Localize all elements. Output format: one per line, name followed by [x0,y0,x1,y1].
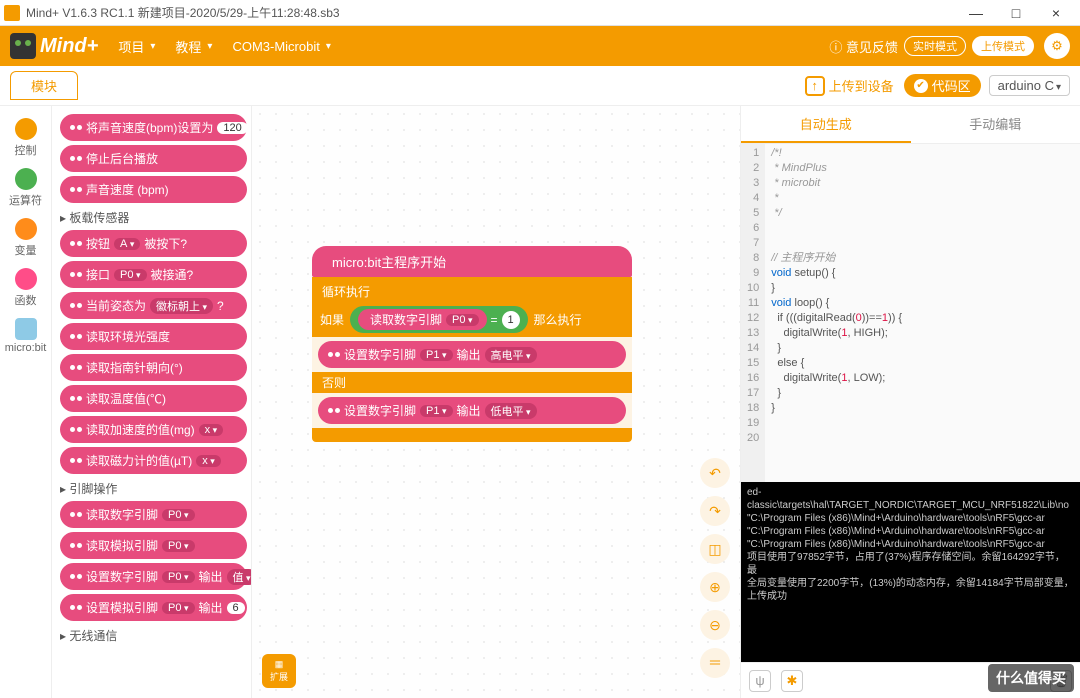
gear-icon[interactable]: ⚙ [1044,33,1070,59]
palette-head-pins: 引脚操作 [60,480,247,497]
mode-realtime[interactable]: 实时模式 [904,36,966,56]
block-button[interactable]: 按钮A被按下? [60,230,247,257]
maximize-button[interactable]: □ [996,5,1036,21]
block-set-high[interactable]: 设置数字引脚P1输出高电平 [318,341,626,368]
palette-head-wireless: 无线通信 [60,627,247,644]
cat-control[interactable]: 控制 [0,114,51,162]
menu-project[interactable]: 项目 [108,33,165,60]
logo-icon [10,33,36,59]
block-mag[interactable]: 读取磁力计的值(µT)x [60,447,247,474]
block-stop-bg[interactable]: 停止后台播放 [60,145,247,172]
usb-icon[interactable]: ψ [749,670,771,692]
close-button[interactable]: × [1036,5,1076,21]
zoom-out-button[interactable]: ⊖ [700,610,730,640]
palette-head-sensors: 板载传感器 [60,209,247,226]
watermark: 什么值得买 [988,664,1074,692]
fire-icon[interactable]: ✱ [781,670,803,692]
block-analog-read[interactable]: 读取模拟引脚P0 [60,532,247,559]
subbar: 模块 ↑ 上传到设备 代码区 arduino C [0,66,1080,106]
block-read-digital[interactable]: 读取数字引脚P0 [358,309,487,330]
tab-manual-edit[interactable]: 手动编辑 [911,106,1080,143]
block-hat-start[interactable]: micro:bit主程序开始 [312,246,632,277]
code-editor[interactable]: 1234567891011121314151617181920 /*! * Mi… [741,144,1080,482]
menubar: Mind+ 项目 教程 COM3-Microbit ⓘ 意见反馈 实时模式 上传… [0,26,1080,66]
block-set-low[interactable]: 设置数字引脚P1输出低电平 [318,397,626,424]
language-select[interactable]: arduino C [989,75,1070,96]
upload-icon: ↑ [805,76,825,96]
window-title: Mind+ V1.6.3 RC1.1 新建项目-2020/5/29-上午11:2… [26,4,340,21]
line-gutter: 1234567891011121314151617181920 [741,144,765,482]
block-accel[interactable]: 读取加速度的值(mg)x [60,416,247,443]
logo-text: Mind+ [40,35,98,58]
script-canvas[interactable]: micro:bit主程序开始 循环执行 如果 读取数字引脚P0 = 1 那么执行… [252,106,740,698]
canvas-controls: ↶ ↷ ◫ ⊕ ⊖ ＝ [700,458,730,678]
code-area-toggle[interactable]: 代码区 [904,74,981,97]
cat-operators[interactable]: 运算符 [0,164,51,212]
cat-microbit[interactable]: micro:bit [0,314,51,358]
cat-functions[interactable]: 函数 [0,264,51,312]
block-digital-read[interactable]: 读取数字引脚P0 [60,501,247,528]
block-palette[interactable]: 将声音速度(bpm)设置为120 停止后台播放 声音速度 (bpm) 板载传感器… [52,106,252,698]
tab-auto-gen[interactable]: 自动生成 [741,106,911,143]
output-console[interactable]: ed-classic\targets\hal\TARGET_NORDIC\TAR… [741,482,1080,662]
app-icon [4,5,20,21]
menu-tutorial[interactable]: 教程 [165,33,222,60]
mode-upload[interactable]: 上传模式 [972,36,1034,56]
block-temp[interactable]: 读取温度值(℃) [60,385,247,412]
code-panel: 自动生成 手动编辑 123456789101112131415161718192… [740,106,1080,698]
block-digital-write[interactable]: 设置数字引脚P0输出值 [60,563,247,590]
script-stack[interactable]: micro:bit主程序开始 循环执行 如果 读取数字引脚P0 = 1 那么执行… [312,246,632,442]
code-tabs: 自动生成 手动编辑 [741,106,1080,144]
source-code: /*! * MindPlus * microbit * */ // 主程序开始 … [765,144,908,482]
zoom-in-button[interactable]: ⊕ [700,572,730,602]
block-compass[interactable]: 读取指南针朝向(°) [60,354,247,381]
window-titlebar: Mind+ V1.6.3 RC1.1 新建项目-2020/5/29-上午11:2… [0,0,1080,26]
upload-button[interactable]: ↑ 上传到设备 [805,76,894,96]
undo-button[interactable]: ↶ [700,458,730,488]
block-light[interactable]: 读取环境光强度 [60,323,247,350]
block-forever[interactable]: 循环执行 如果 读取数字引脚P0 = 1 那么执行 设置数字引脚P1输出高电平 … [312,277,632,442]
block-if[interactable]: 如果 读取数字引脚P0 = 1 那么执行 [312,302,632,337]
cat-variables[interactable]: 变量 [0,214,51,262]
forever-label: 循环执行 [312,281,632,302]
zoom-reset-button[interactable]: ＝ [700,648,730,678]
crop-button[interactable]: ◫ [700,534,730,564]
num-input[interactable]: 1 [502,311,520,329]
minimize-button[interactable]: — [956,5,996,21]
upload-label: 上传到设备 [829,76,894,95]
block-bpm[interactable]: 声音速度 (bpm) [60,176,247,203]
block-gesture[interactable]: 当前姿态为徽标朝上? [60,292,247,319]
block-set-bpm[interactable]: 将声音速度(bpm)设置为120 [60,114,247,141]
tab-modules[interactable]: 模块 [10,71,78,100]
menu-port[interactable]: COM3-Microbit [222,35,340,58]
main-area: 控制 运算符 变量 函数 micro:bit 将声音速度(bpm)设置为120 … [0,106,1080,698]
block-analog-write[interactable]: 设置模拟引脚P0输出6 [60,594,247,621]
block-port[interactable]: 接口P0被接通? [60,261,247,288]
redo-button[interactable]: ↷ [700,496,730,526]
category-column: 控制 运算符 变量 函数 micro:bit [0,106,52,698]
extension-button[interactable]: ▦扩展 [262,654,296,688]
block-equals[interactable]: 读取数字引脚P0 = 1 [350,306,528,333]
else-label: 否则 [312,372,632,393]
feedback-link[interactable]: ⓘ 意见反馈 [829,37,898,56]
